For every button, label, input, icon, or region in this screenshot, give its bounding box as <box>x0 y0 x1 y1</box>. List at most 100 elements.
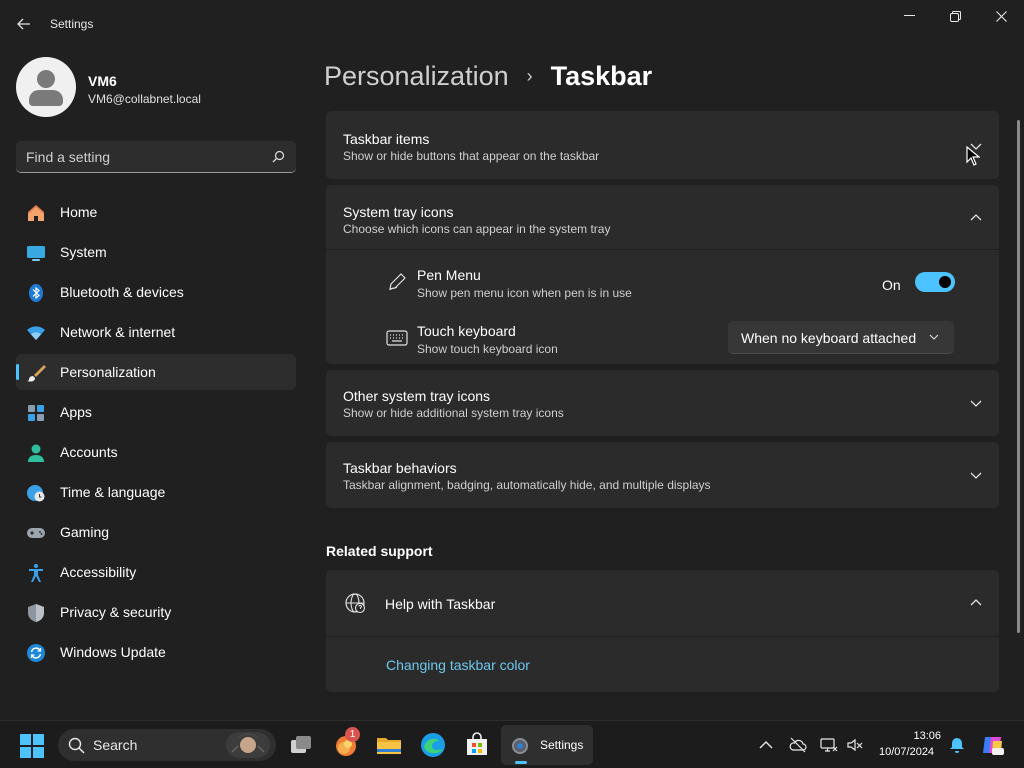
bluetooth-icon <box>29 284 43 302</box>
pen-menu-subtitle: Show pen menu icon when pen is in use <box>417 286 632 300</box>
card-title: Taskbar behaviors <box>343 460 457 476</box>
sidebar-item-gaming[interactable]: Gaming <box>16 514 296 550</box>
chevron-down-icon[interactable] <box>969 468 983 482</box>
restore-button[interactable] <box>932 0 978 32</box>
sidebar-item-label: Accounts <box>60 444 118 460</box>
globe-clock-icon <box>27 485 45 502</box>
sidebar-item-system[interactable]: System <box>16 234 296 270</box>
touch-keyboard-title: Touch keyboard <box>417 323 516 339</box>
taskbar-items-card[interactable]: Taskbar items Show or hide buttons that … <box>326 111 999 179</box>
search-icon <box>68 737 85 754</box>
taskbar-behaviors-card[interactable]: Taskbar behaviors Taskbar alignment, bad… <box>326 442 999 508</box>
sidebar-item-privacy-security[interactable]: Privacy & security <box>16 594 296 630</box>
sidebar-nav: Home System Bluetooth & devices Network … <box>16 194 296 674</box>
chevron-up-icon[interactable] <box>969 211 983 225</box>
back-button[interactable] <box>10 12 38 36</box>
sidebar-item-bluetooth[interactable]: Bluetooth & devices <box>16 274 296 310</box>
windows-start-icon[interactable] <box>20 734 44 758</box>
sidebar-item-accessibility[interactable]: Accessibility <box>16 554 296 590</box>
cloud-offline-icon[interactable] <box>789 736 807 754</box>
sidebar-item-time-language[interactable]: Time & language <box>16 474 296 510</box>
card-subtitle: Show or hide additional system tray icon… <box>343 406 564 420</box>
copilot-preview-icon[interactable] <box>981 733 1005 757</box>
active-indicator <box>515 761 527 764</box>
network-icon[interactable] <box>820 736 838 754</box>
sidebar-item-label: System <box>60 244 107 260</box>
update-icon <box>27 644 45 662</box>
breadcrumb: Personalization › Taskbar <box>324 58 652 94</box>
clock-time[interactable]: 13:06 <box>912 730 941 742</box>
chevron-down-icon[interactable] <box>969 396 983 410</box>
settings-search[interactable] <box>16 141 296 173</box>
close-button[interactable] <box>978 0 1024 32</box>
pen-menu-state: On <box>882 277 901 293</box>
sidebar-item-personalization[interactable]: Personalization <box>16 354 296 390</box>
brush-icon <box>27 365 46 382</box>
search-input[interactable] <box>26 141 266 172</box>
help-taskbar-title: Help with Taskbar <box>385 596 496 612</box>
keyboard-icon <box>386 330 408 346</box>
settings-gear-icon <box>512 738 528 754</box>
taskbar: Search 1 Settings 13:06 10/07/2024 <box>0 720 1024 768</box>
sidebar-item-label: Apps <box>60 404 92 420</box>
store-icon[interactable] <box>463 731 491 759</box>
user-name: VM6 <box>88 73 117 89</box>
pen-menu-toggle[interactable] <box>915 272 955 292</box>
sidebar-item-apps[interactable]: Apps <box>16 394 296 430</box>
breadcrumb-parent[interactable]: Personalization <box>324 61 509 92</box>
sidebar-item-accounts[interactable]: Accounts <box>16 434 296 470</box>
sidebar-item-network[interactable]: Network & internet <box>16 314 296 350</box>
mouse-cursor-icon <box>966 146 980 166</box>
sidebar-item-label: Personalization <box>60 364 156 380</box>
taskbar-search-label: Search <box>93 737 138 753</box>
task-view-icon[interactable] <box>287 731 315 759</box>
other-tray-card[interactable]: Other system tray icons Show or hide add… <box>326 370 999 436</box>
scrollbar[interactable] <box>1017 120 1020 633</box>
sidebar-item-windows-update[interactable]: Windows Update <box>16 634 296 670</box>
card-subtitle: Taskbar alignment, badging, automaticall… <box>343 478 711 492</box>
sidebar-item-label: Privacy & security <box>60 604 172 620</box>
changing-taskbar-color-link[interactable]: Changing taskbar color <box>386 657 530 673</box>
taskbar-search[interactable]: Search <box>58 729 276 761</box>
minimize-button[interactable] <box>886 0 932 32</box>
sidebar-item-home[interactable]: Home <box>16 194 296 230</box>
sidebar-item-label: Time & language <box>60 484 166 500</box>
chevron-up-icon[interactable] <box>969 596 983 610</box>
chevron-up-icon[interactable] <box>757 736 775 754</box>
volume-mute-icon[interactable] <box>846 736 864 754</box>
system-tray-card: System tray icons Choose which icons can… <box>326 185 999 364</box>
app-title: Settings <box>50 17 94 31</box>
taskbar-settings-app[interactable]: Settings <box>501 725 593 765</box>
help-taskbar-card: Help with Taskbar Changing taskbar color <box>326 570 999 692</box>
divider <box>326 636 999 637</box>
avatar-body <box>29 90 63 106</box>
notification-bell-icon[interactable] <box>948 736 966 754</box>
touch-keyboard-subtitle: Show touch keyboard icon <box>417 342 558 356</box>
card-subtitle: Show or hide buttons that appear on the … <box>343 149 600 163</box>
touch-keyboard-dropdown[interactable]: When no keyboard attached <box>728 321 954 354</box>
sidebar-item-label: Bluetooth & devices <box>60 284 184 300</box>
search-icon[interactable] <box>270 149 286 165</box>
notification-badge: 1 <box>345 727 360 742</box>
system-tray-header[interactable]: System tray icons Choose which icons can… <box>326 185 999 249</box>
clock-date[interactable]: 10/07/2024 <box>879 746 934 758</box>
file-explorer-icon[interactable] <box>375 731 403 759</box>
breadcrumb-separator: › <box>526 65 533 86</box>
sidebar-item-label: Gaming <box>60 524 110 540</box>
restore-icon <box>949 10 961 22</box>
help-taskbar-header[interactable]: Help with Taskbar <box>326 570 999 636</box>
sidebar-item-label: Network & internet <box>60 324 176 340</box>
avatar-head <box>37 70 55 88</box>
divider <box>326 249 999 250</box>
avatar[interactable] <box>16 57 76 117</box>
dropdown-value: When no keyboard attached <box>741 330 917 346</box>
gamepad-icon <box>27 528 45 538</box>
card-title: Taskbar items <box>343 131 430 147</box>
home-icon <box>28 205 44 221</box>
apps-icon <box>28 405 44 421</box>
shield-icon <box>28 604 44 622</box>
card-title: System tray icons <box>343 204 454 220</box>
card-subtitle: Choose which icons can appear in the sys… <box>343 222 611 236</box>
edge-icon[interactable] <box>419 731 447 759</box>
sidebar-item-label: Windows Update <box>60 644 166 660</box>
